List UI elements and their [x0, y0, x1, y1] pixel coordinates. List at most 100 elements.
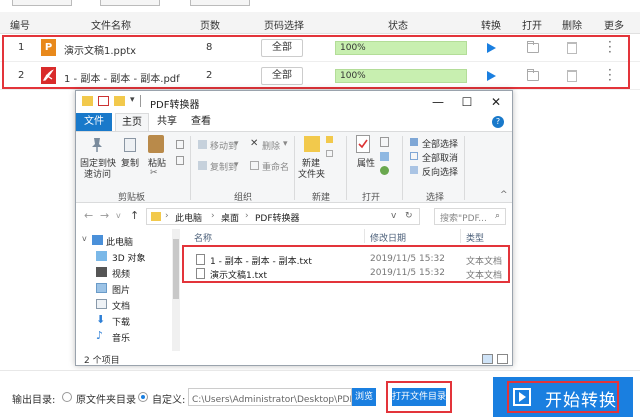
- tab-share[interactable]: 共享: [152, 113, 182, 131]
- item-count: 2 个项目: [84, 356, 120, 366]
- progress-bar: 100%: [335, 41, 467, 55]
- forward-arrow-icon[interactable]: →: [100, 209, 109, 222]
- chevron-up-icon[interactable]: ^: [500, 190, 508, 200]
- search-input[interactable]: 搜索"PDF...: [440, 211, 487, 224]
- list-item[interactable]: 1 - 副本 - 副本 - 副本.txt 2019/11/5 15:32 文本文…: [188, 253, 512, 267]
- more-vertical-icon[interactable]: · · ·: [608, 64, 612, 86]
- help-icon[interactable]: ?: [492, 116, 504, 128]
- paste-shortcut-icon[interactable]: [176, 156, 184, 165]
- list-item[interactable]: 演示文稿1.txt 2019/11/5 15:32 文本文档: [188, 267, 512, 281]
- pin-label-2[interactable]: 速访问: [84, 167, 111, 180]
- file-name: 演示文稿1.txt: [210, 271, 267, 281]
- rename-label[interactable]: 重命名: [262, 160, 289, 173]
- search-box[interactable]: 搜索"PDF... ⌕: [434, 208, 506, 225]
- properties-check-icon[interactable]: [98, 96, 109, 106]
- rename-icon[interactable]: [250, 161, 259, 170]
- toolbar-button[interactable]: [100, 0, 160, 6]
- divider: [460, 229, 461, 243]
- chevron-down-icon[interactable]: v: [116, 211, 121, 220]
- option-source-label[interactable]: 原文件夹目录: [76, 391, 136, 406]
- tab-view[interactable]: 查看: [186, 113, 216, 131]
- convert-play-icon[interactable]: [487, 71, 496, 81]
- file-type: 文本文档: [466, 257, 503, 267]
- table-row[interactable]: 2 1 - 副本 - 副本 - 副本.pdf 2 全部 100% · · ·: [0, 62, 640, 90]
- delete-trash-icon[interactable]: [567, 42, 577, 54]
- chevron-down-icon[interactable]: v: [391, 211, 396, 221]
- radio-custom-folder[interactable]: [138, 392, 148, 402]
- scrollbar-thumb[interactable]: [173, 239, 179, 299]
- breadcrumb-this-pc[interactable]: 此电脑: [175, 211, 202, 224]
- maximize-icon[interactable]: ☐: [461, 95, 473, 109]
- breadcrumb-desktop[interactable]: 桌面: [221, 211, 239, 224]
- col-name[interactable]: 名称: [194, 231, 212, 244]
- address-bar[interactable]: › 此电脑 › 桌面 › PDF转换器 v ↻: [146, 208, 420, 225]
- breadcrumb-folder[interactable]: PDF转换器: [255, 211, 300, 224]
- progress-label: 100%: [340, 43, 366, 53]
- tab-file[interactable]: 文件: [76, 113, 112, 131]
- chevron-down-icon[interactable]: ▾: [234, 160, 239, 170]
- delete-x-icon[interactable]: ✕: [250, 138, 258, 149]
- edit-icon[interactable]: [380, 152, 389, 161]
- select-all-label[interactable]: 全部选择: [422, 137, 458, 150]
- open-folder-icon[interactable]: [527, 69, 539, 81]
- scissors-icon[interactable]: ✂: [150, 168, 158, 178]
- pin-icon[interactable]: [90, 137, 104, 153]
- new-folder-label-2[interactable]: 文件夹: [298, 167, 325, 180]
- close-icon[interactable]: ✕: [490, 95, 502, 109]
- select-none-label[interactable]: 全部取消: [422, 151, 458, 164]
- back-arrow-icon[interactable]: ←: [84, 209, 93, 222]
- minimize-icon[interactable]: —: [432, 95, 444, 109]
- chevron-down-icon[interactable]: ▾: [283, 139, 288, 149]
- new-folder-icon[interactable]: [304, 136, 320, 152]
- open-icon[interactable]: [380, 137, 389, 147]
- toolbar-button[interactable]: [190, 0, 250, 6]
- col-delete: 删除: [562, 21, 582, 32]
- copy-label[interactable]: 复制: [121, 156, 139, 169]
- option-custom-label[interactable]: 自定义:: [152, 391, 185, 406]
- col-convert: 转换: [481, 21, 501, 32]
- paste-icon[interactable]: [148, 135, 164, 153]
- properties-label[interactable]: 属性: [357, 156, 375, 169]
- delete-trash-icon[interactable]: [567, 70, 577, 82]
- convert-play-icon[interactable]: [487, 43, 496, 53]
- toolbar-button[interactable]: [12, 0, 72, 6]
- easy-access-icon[interactable]: [326, 150, 333, 157]
- page-select-dropdown[interactable]: 全部: [261, 39, 303, 57]
- copy-to-icon[interactable]: [198, 161, 207, 170]
- delete-label[interactable]: 删除: [262, 139, 280, 152]
- table-row[interactable]: 1 P 演示文稿1.pptx 8 全部 100% · · ·: [0, 34, 640, 62]
- refresh-icon[interactable]: ↻: [405, 211, 413, 221]
- properties-icon[interactable]: [356, 135, 370, 153]
- select-all-icon[interactable]: [410, 138, 418, 146]
- up-arrow-icon[interactable]: ↑: [130, 209, 139, 222]
- open-directory-button[interactable]: 打开文件目录: [392, 388, 446, 406]
- move-to-icon[interactable]: [198, 140, 207, 149]
- copy-icon[interactable]: [124, 138, 136, 152]
- invert-select-label[interactable]: 反向选择: [422, 165, 458, 178]
- details-view-icon[interactable]: [482, 354, 493, 364]
- chevron-down-icon[interactable]: ▾: [234, 139, 239, 149]
- new-folder-icon[interactable]: [114, 96, 125, 106]
- search-icon[interactable]: ⌕: [495, 211, 500, 221]
- large-icons-view-icon[interactable]: [497, 354, 508, 364]
- open-folder-icon[interactable]: [527, 41, 539, 53]
- more-vertical-icon[interactable]: · · ·: [608, 36, 612, 58]
- col-date[interactable]: 修改日期: [370, 231, 406, 244]
- copy-path-icon[interactable]: [176, 140, 184, 149]
- new-item-icon[interactable]: [326, 136, 333, 143]
- browse-button[interactable]: 浏览: [352, 388, 376, 406]
- chevron-down-icon[interactable]: v: [82, 234, 87, 243]
- page-select-dropdown[interactable]: 全部: [261, 67, 303, 85]
- start-convert-button[interactable]: 开始转换: [493, 377, 633, 417]
- select-none-icon[interactable]: [410, 152, 418, 160]
- output-path-input[interactable]: C:\Users\Administrator\Desktop\PDF转换: [188, 388, 352, 406]
- history-icon[interactable]: [380, 166, 389, 175]
- copy-to-label[interactable]: 复制到: [210, 160, 237, 173]
- nav-scrollbar[interactable]: [172, 229, 180, 351]
- invert-select-icon[interactable]: [410, 166, 418, 174]
- radio-source-folder[interactable]: [62, 392, 72, 402]
- tab-home[interactable]: 主页: [115, 113, 149, 131]
- col-type[interactable]: 类型: [466, 231, 484, 244]
- move-to-label[interactable]: 移动到: [210, 139, 237, 152]
- progress-bar: 100%: [335, 69, 467, 83]
